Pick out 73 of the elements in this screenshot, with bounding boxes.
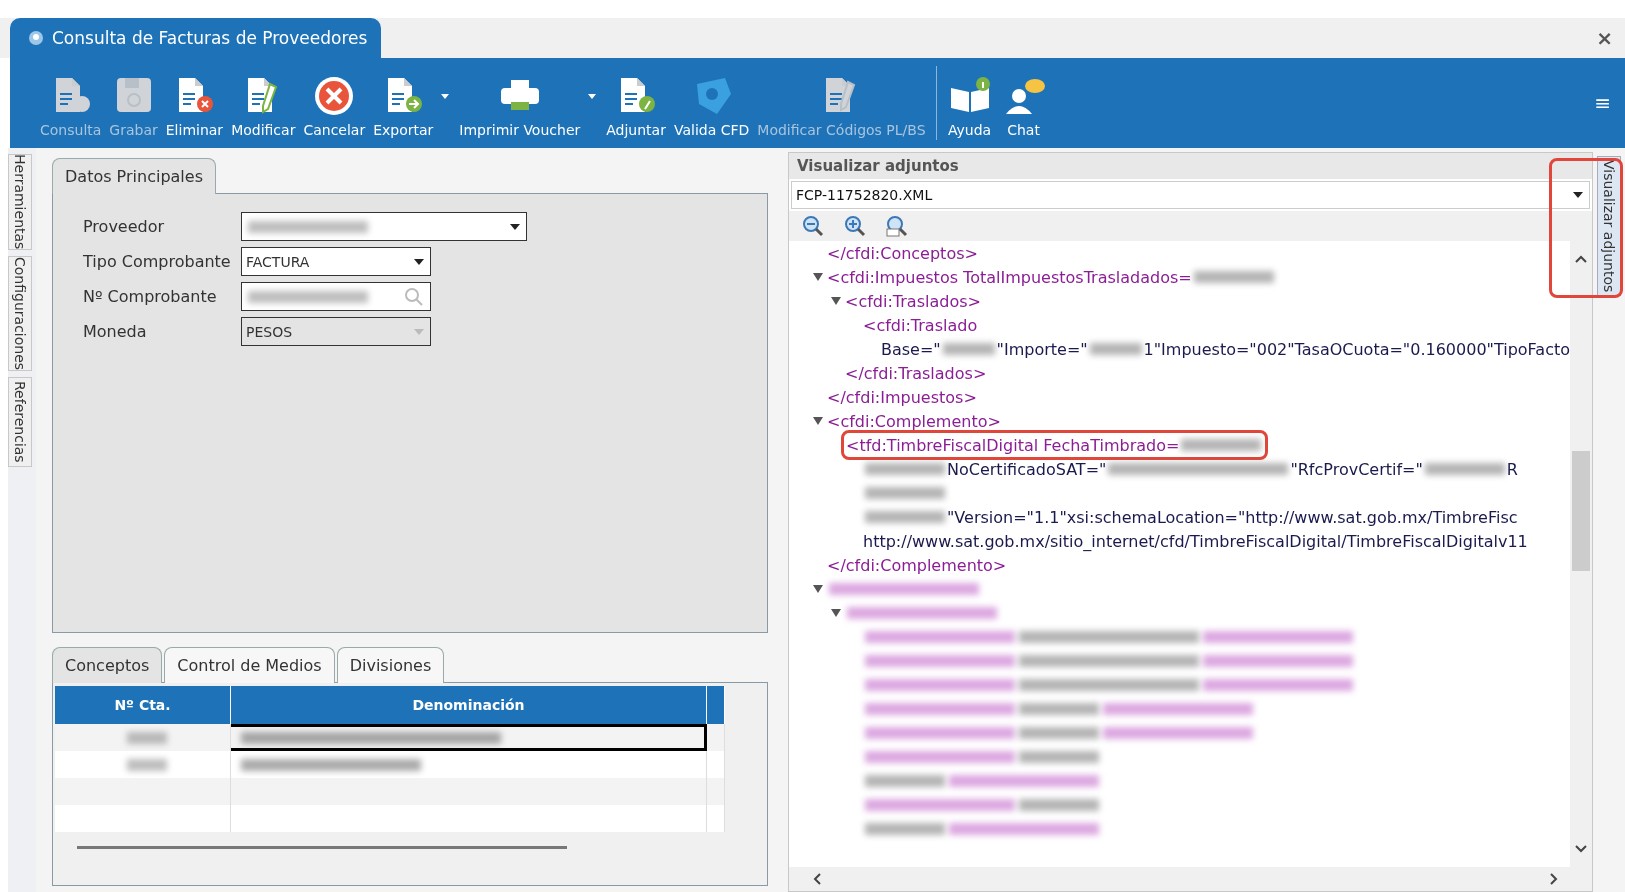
- xml-text: "Version="1.1"xsi:schemaLocation="http://www.sat.gob.mx/TimbreFisc: [947, 507, 1518, 527]
- xml-text: "Importe=": [996, 339, 1088, 359]
- expand-toggle-icon[interactable]: [813, 272, 823, 282]
- table-cell: [707, 751, 725, 778]
- file-dropdown[interactable]: FCP-11752820.XML: [791, 181, 1590, 209]
- zoom-out-icon[interactable]: [801, 214, 825, 238]
- toolbar-button[interactable]: Cancelar: [299, 58, 370, 148]
- field-value: PESOS: [246, 323, 293, 340]
- field-label: Proveedor: [83, 217, 165, 236]
- column-header[interactable]: Denominación: [231, 686, 707, 724]
- xml-tag: </cfdi:Traslados>: [845, 363, 987, 383]
- xml-tag: </cfdi:Complemento>: [827, 555, 1007, 575]
- caret-icon: [414, 258, 424, 265]
- panel-title: Visualizar adjuntos: [789, 153, 1592, 179]
- side-tab[interactable]: Configuraciones: [8, 256, 32, 371]
- xml-text: 1"Impuesto="002"TasaOCuota="0.160000"TipoFacto: [1143, 339, 1570, 359]
- column-header[interactable]: Nº Cta.: [55, 686, 231, 724]
- xml-tag: <tfd:TimbreFiscalDigital FechaTimbrado=: [846, 435, 1180, 455]
- side-tab[interactable]: Herramientas: [8, 154, 32, 250]
- field-label: Nº Comprobante: [83, 287, 217, 306]
- toolbar-button[interactable]: Modificar: [227, 58, 300, 148]
- search-field[interactable]: [241, 282, 431, 311]
- expand-toggle-icon[interactable]: [813, 584, 823, 594]
- tab[interactable]: Datos Principales: [52, 158, 216, 194]
- xml-tag: </cfdi:Conceptos>: [827, 243, 978, 263]
- xml-tag: <cfdi:Impuestos: [827, 267, 964, 287]
- side-tab[interactable]: Visualizar adjuntos: [1597, 156, 1621, 296]
- close-button[interactable]: ×: [1592, 26, 1617, 50]
- actual-size-icon[interactable]: [885, 214, 909, 238]
- column-header: [707, 686, 725, 724]
- xml-tag: <cfdi:Traslado: [863, 315, 978, 335]
- caret-icon: [1573, 192, 1583, 198]
- toolbar-button[interactable]: Ayuda: [942, 58, 997, 148]
- window-title-tab[interactable]: Consulta de Facturas de Proveedores: [10, 18, 382, 58]
- tab[interactable]: Control de Medios: [164, 647, 335, 683]
- xml-tag: TotalImpuestosTrasladados=: [963, 267, 1192, 287]
- field-label: Moneda: [83, 322, 147, 341]
- xml-text: NoCertificadoSAT=": [947, 459, 1107, 479]
- app-logo-icon: [28, 30, 44, 46]
- toolbar-button[interactable]: Imprimir Voucher: [455, 58, 585, 148]
- toolbar-button[interactable]: Exportar: [369, 58, 438, 148]
- xml-text: "RfcProvCertif=": [1290, 459, 1423, 479]
- xml-tag: <cfdi:Complemento>: [827, 411, 1001, 431]
- zoom-in-icon[interactable]: [843, 214, 867, 238]
- xml-tag: </cfdi:Impuestos>: [827, 387, 977, 407]
- search-icon: [404, 286, 424, 307]
- table-cell: [707, 805, 725, 832]
- blurred-text: [1089, 343, 1142, 355]
- scrollbar-thumb[interactable]: [77, 846, 567, 849]
- xml-text: R: [1506, 459, 1518, 479]
- dropdown-field[interactable]: [241, 212, 527, 241]
- toolbar-button[interactable]: Eliminar: [161, 58, 228, 148]
- xml-text: http://www.sat.gob.mx/sitio_internet/cfd/TimbreFiscalDigital/TimbreFiscalDigitalv11: [863, 531, 1528, 551]
- scrollbar-thumb[interactable]: [1572, 451, 1590, 571]
- field-label: Tipo Comprobante: [83, 252, 231, 271]
- xml-text: Base=": [881, 339, 941, 359]
- blurred-text: [942, 343, 995, 355]
- dropdown-field[interactable]: FACTURA: [241, 247, 431, 276]
- toolbar-button[interactable]: Adjuntar: [602, 58, 670, 148]
- expand-toggle-icon[interactable]: [813, 416, 823, 426]
- toolbar-button[interactable]: Valida CFD: [669, 58, 754, 148]
- tab[interactable]: Conceptos: [52, 647, 163, 683]
- expand-toggle-icon[interactable]: [831, 608, 841, 618]
- side-tab[interactable]: Referencias: [8, 377, 32, 467]
- caret-icon: [510, 223, 520, 230]
- tab[interactable]: Divisiones: [336, 647, 445, 683]
- caret-icon: [414, 328, 424, 335]
- field-value: FACTURA: [246, 253, 310, 270]
- xml-tag: <cfdi:Traslados>: [845, 291, 981, 311]
- menu-button[interactable]: ≡: [1588, 90, 1617, 116]
- toolbar-button[interactable]: Chat: [996, 58, 1051, 148]
- window-title: Consulta de Facturas de Proveedores: [52, 28, 368, 48]
- expand-toggle-icon[interactable]: [831, 296, 841, 306]
